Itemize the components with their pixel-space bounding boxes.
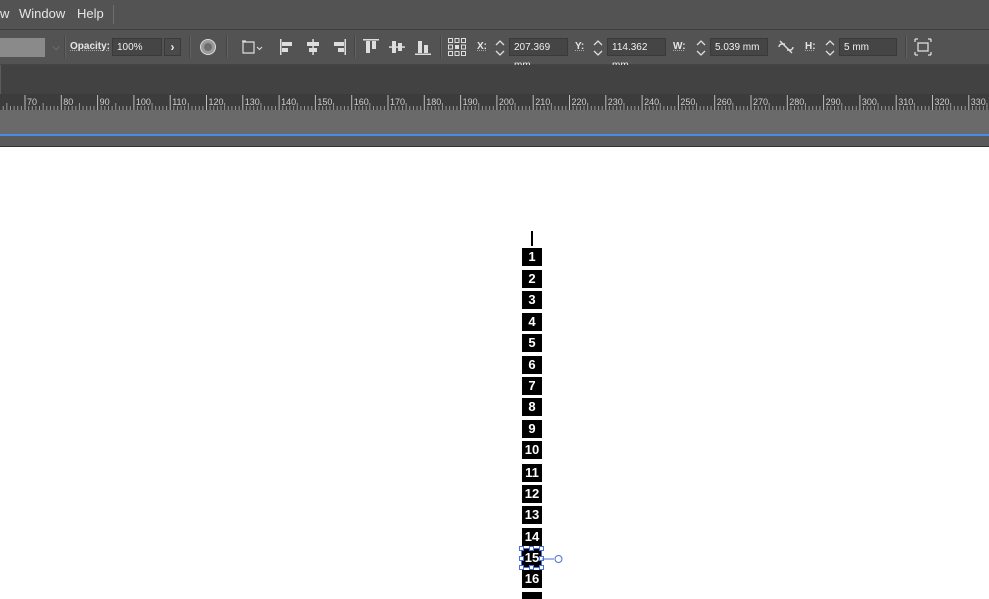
ruler-tick-label: 320 — [935, 97, 950, 107]
ruler-tick-label: 170 — [390, 97, 405, 107]
ruler-tick-label: 210 — [535, 97, 550, 107]
number-cell[interactable]: 5 — [522, 334, 542, 352]
w-stepper-icon[interactable] — [695, 38, 707, 58]
ruler-tick-label: 280 — [789, 97, 804, 107]
reference-point-icon[interactable] — [447, 37, 467, 57]
selection-handle[interactable] — [539, 565, 544, 570]
align-bottom-icon[interactable] — [414, 38, 432, 56]
menu-help[interactable]: Help — [77, 6, 104, 21]
divider — [354, 36, 356, 58]
artwork-line[interactable] — [531, 231, 533, 246]
menu-bar: w Window Help — [0, 0, 989, 30]
number-cell[interactable]: 7 — [522, 377, 542, 395]
number-cell[interactable]: 2 — [522, 270, 542, 288]
ruler-tick-label: 70 — [27, 97, 37, 107]
ruler-tick-label: 310 — [898, 97, 913, 107]
number-cell[interactable]: 1 — [522, 248, 542, 266]
ruler-tick-label: 300 — [862, 97, 877, 107]
selection-handle[interactable] — [519, 565, 524, 570]
number-cell[interactable]: 16 — [522, 570, 542, 588]
number-cell[interactable]: 14 — [522, 528, 542, 546]
align-right-icon[interactable] — [331, 38, 347, 56]
document-page[interactable] — [0, 147, 989, 599]
control-bar: ⌵ Opacity: 100% › X: 207.369 Y: 114.362 … — [0, 30, 989, 71]
ruler-tick-label: 270 — [753, 97, 768, 107]
align-left-icon[interactable] — [279, 38, 295, 56]
ruler-tick-label: 160 — [354, 97, 369, 107]
effects-icon[interactable] — [199, 38, 217, 56]
ruler-tick-label: 290 — [826, 97, 841, 107]
align-middle-icon[interactable] — [388, 38, 406, 56]
ruler-tick-label: 260 — [717, 97, 732, 107]
selection-handle[interactable] — [529, 565, 534, 570]
x-field[interactable]: 207.369 mm — [509, 38, 568, 71]
opacity-label: Opacity: — [70, 41, 111, 52]
pasteboard[interactable] — [0, 110, 989, 134]
ruler-tick-label: 90 — [100, 97, 110, 107]
selection-handle[interactable] — [529, 546, 534, 551]
menu-separator — [113, 5, 114, 24]
ruler-tick-label: 110 — [172, 97, 186, 107]
menu-window[interactable]: Window — [19, 6, 65, 21]
y-stepper-icon[interactable] — [592, 38, 604, 58]
w-field[interactable]: 5.039 mm — [710, 38, 768, 56]
number-cell[interactable]: 3 — [522, 291, 542, 309]
ruler-ticks: 70 80 90 100 110 120 130 140 150 160 170 180 190 200 2… — [2, 95, 988, 110]
x-stepper-icon[interactable] — [494, 38, 506, 58]
ruler-tick-label: 240 — [644, 97, 659, 107]
number-cell[interactable]: 8 — [522, 398, 542, 416]
y-label: Y: — [575, 41, 585, 52]
ruler-tick-label: 220 — [572, 97, 587, 107]
number-cell[interactable]: 4 — [522, 313, 542, 331]
selection-handle[interactable] — [539, 546, 544, 551]
w-label: W: — [673, 41, 686, 52]
chevron-down-icon[interactable]: ⌵ — [47, 39, 65, 56]
ruler-tick-label: 230 — [608, 97, 623, 107]
ruler-tick-label: 250 — [680, 97, 695, 107]
ruler-tick-label: 200 — [499, 97, 514, 107]
opacity-arrow-button[interactable]: › — [164, 38, 181, 56]
unlink-proportions-icon[interactable] — [777, 39, 795, 55]
number-cell[interactable]: 6 — [522, 356, 542, 374]
ruler-tick-label: 100 — [136, 97, 151, 107]
align-center-icon[interactable] — [305, 38, 321, 56]
fill-swatch[interactable] — [0, 38, 45, 57]
divider — [905, 36, 907, 58]
selection-handle[interactable] — [519, 556, 524, 561]
number-cell-partial[interactable] — [522, 592, 542, 599]
page-edge — [0, 136, 989, 147]
horizontal-ruler[interactable]: 70 80 90 100 110 120 130 140 150 160 170 180 190 200 2… — [0, 94, 989, 110]
fit-frame-icon[interactable] — [914, 38, 932, 56]
ruler-tick-label: 140 — [281, 97, 296, 107]
number-cell[interactable]: 11 — [522, 464, 542, 482]
frame-shape-icon[interactable] — [240, 38, 264, 56]
align-top-icon[interactable] — [362, 38, 380, 56]
h-label: H: — [805, 41, 816, 52]
number-cell[interactable]: 9 — [522, 420, 542, 438]
divider — [226, 36, 228, 58]
ruler-tick-label: 120 — [209, 97, 224, 107]
selection-handle[interactable] — [519, 546, 524, 551]
divider — [189, 36, 191, 58]
ruler-tick-label: 80 — [63, 97, 73, 107]
rotation-handle-icon[interactable] — [541, 553, 565, 565]
opacity-field[interactable]: 100% — [112, 38, 162, 56]
number-cell[interactable]: 12 — [522, 485, 542, 503]
menu-view[interactable]: w — [0, 6, 9, 21]
document-tab-strip — [0, 65, 989, 95]
tab-divider — [0, 65, 1, 94]
divider — [440, 36, 442, 58]
number-cell[interactable]: 10 — [522, 441, 542, 459]
x-label: X: — [477, 41, 487, 52]
divider — [64, 36, 66, 58]
ruler-tick-label: 330 — [971, 97, 986, 107]
y-field[interactable]: 114.362 mm — [607, 38, 666, 71]
ruler-tick-label: 130 — [245, 97, 260, 107]
h-field[interactable]: 5 mm — [839, 38, 897, 56]
ruler-tick-label: 190 — [463, 97, 478, 107]
number-cell[interactable]: 13 — [522, 506, 542, 524]
h-stepper-icon[interactable] — [824, 38, 836, 58]
ruler-tick-label: 180 — [426, 97, 441, 107]
ruler-tick-label: 150 — [317, 97, 332, 107]
